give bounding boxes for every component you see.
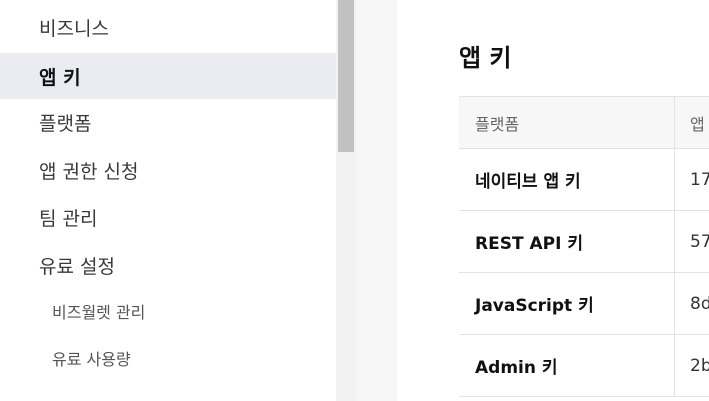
key-cell[interactable]: 57: [675, 211, 709, 272]
sidebar-item-label: 플랫폼: [39, 112, 92, 135]
column-header-app-key: 앱: [690, 114, 705, 134]
table-row: 네이티브 앱 키 17: [459, 149, 709, 211]
sidebar-item-label: 비즈니스: [39, 17, 109, 40]
table-row: Admin 키 2b: [459, 335, 709, 397]
table-row: REST API 키 57: [459, 211, 709, 273]
sidebar-item-label: 앱 키: [39, 66, 81, 89]
app-keys-table: 플랫폼 앱 네이티브 앱 키 17 REST API 키 57 JavaScri…: [459, 96, 709, 397]
table-header-row: 플랫폼 앱: [459, 97, 709, 149]
key-cell[interactable]: 8d: [675, 273, 709, 334]
sidebar-item-label: 앱 권한 신청: [39, 160, 139, 183]
sidebar-nav: 비즈니스 앱 키 플랫폼 앱 권한 신청 팀 관리 유료 설정 비즈월렛 관리 …: [0, 0, 336, 401]
sidebar-item-team-management[interactable]: 팀 관리: [0, 194, 336, 240]
sidebar-item-label: 유료 사용량: [52, 350, 131, 369]
sidebar-item-label: 팀 관리: [39, 207, 98, 230]
platform-cell: JavaScript 키: [459, 273, 675, 334]
sidebar-item-platform[interactable]: 플랫폼: [0, 99, 336, 145]
key-cell[interactable]: 2b: [675, 335, 709, 396]
platform-cell: Admin 키: [459, 335, 675, 396]
platform-cell: 네이티브 앱 키: [459, 149, 675, 210]
sidebar-item-app-permission-request[interactable]: 앱 권한 신청: [0, 147, 336, 193]
platform-cell: REST API 키: [459, 211, 675, 272]
sidebar-subitem-paid-usage[interactable]: 유료 사용량: [0, 335, 336, 381]
sidebar-scrollbar-thumb[interactable]: [338, 0, 354, 152]
sidebar-item-label: 유료 설정: [39, 255, 115, 278]
key-cell[interactable]: 17: [675, 149, 709, 210]
sidebar-item-label: 비즈월렛 관리: [52, 303, 146, 322]
app-keys-page: 비즈니스 앱 키 플랫폼 앱 권한 신청 팀 관리 유료 설정 비즈월렛 관리 …: [0, 0, 709, 401]
sidebar-item-paid-settings[interactable]: 유료 설정: [0, 242, 336, 288]
page-title: 앱 키: [459, 44, 512, 72]
content-gutter: [356, 0, 397, 401]
sidebar-item-business[interactable]: 비즈니스: [0, 4, 336, 50]
sidebar-subitem-bizwallet[interactable]: 비즈월렛 관리: [0, 288, 336, 334]
table-row: JavaScript 키 8d: [459, 273, 709, 335]
main-content: 앱 키 플랫폼 앱 네이티브 앱 키 17 REST API 키 57 Java…: [397, 0, 709, 401]
column-header-platform: 플랫폼: [459, 97, 675, 148]
sidebar-item-app-keys[interactable]: 앱 키: [0, 53, 336, 99]
